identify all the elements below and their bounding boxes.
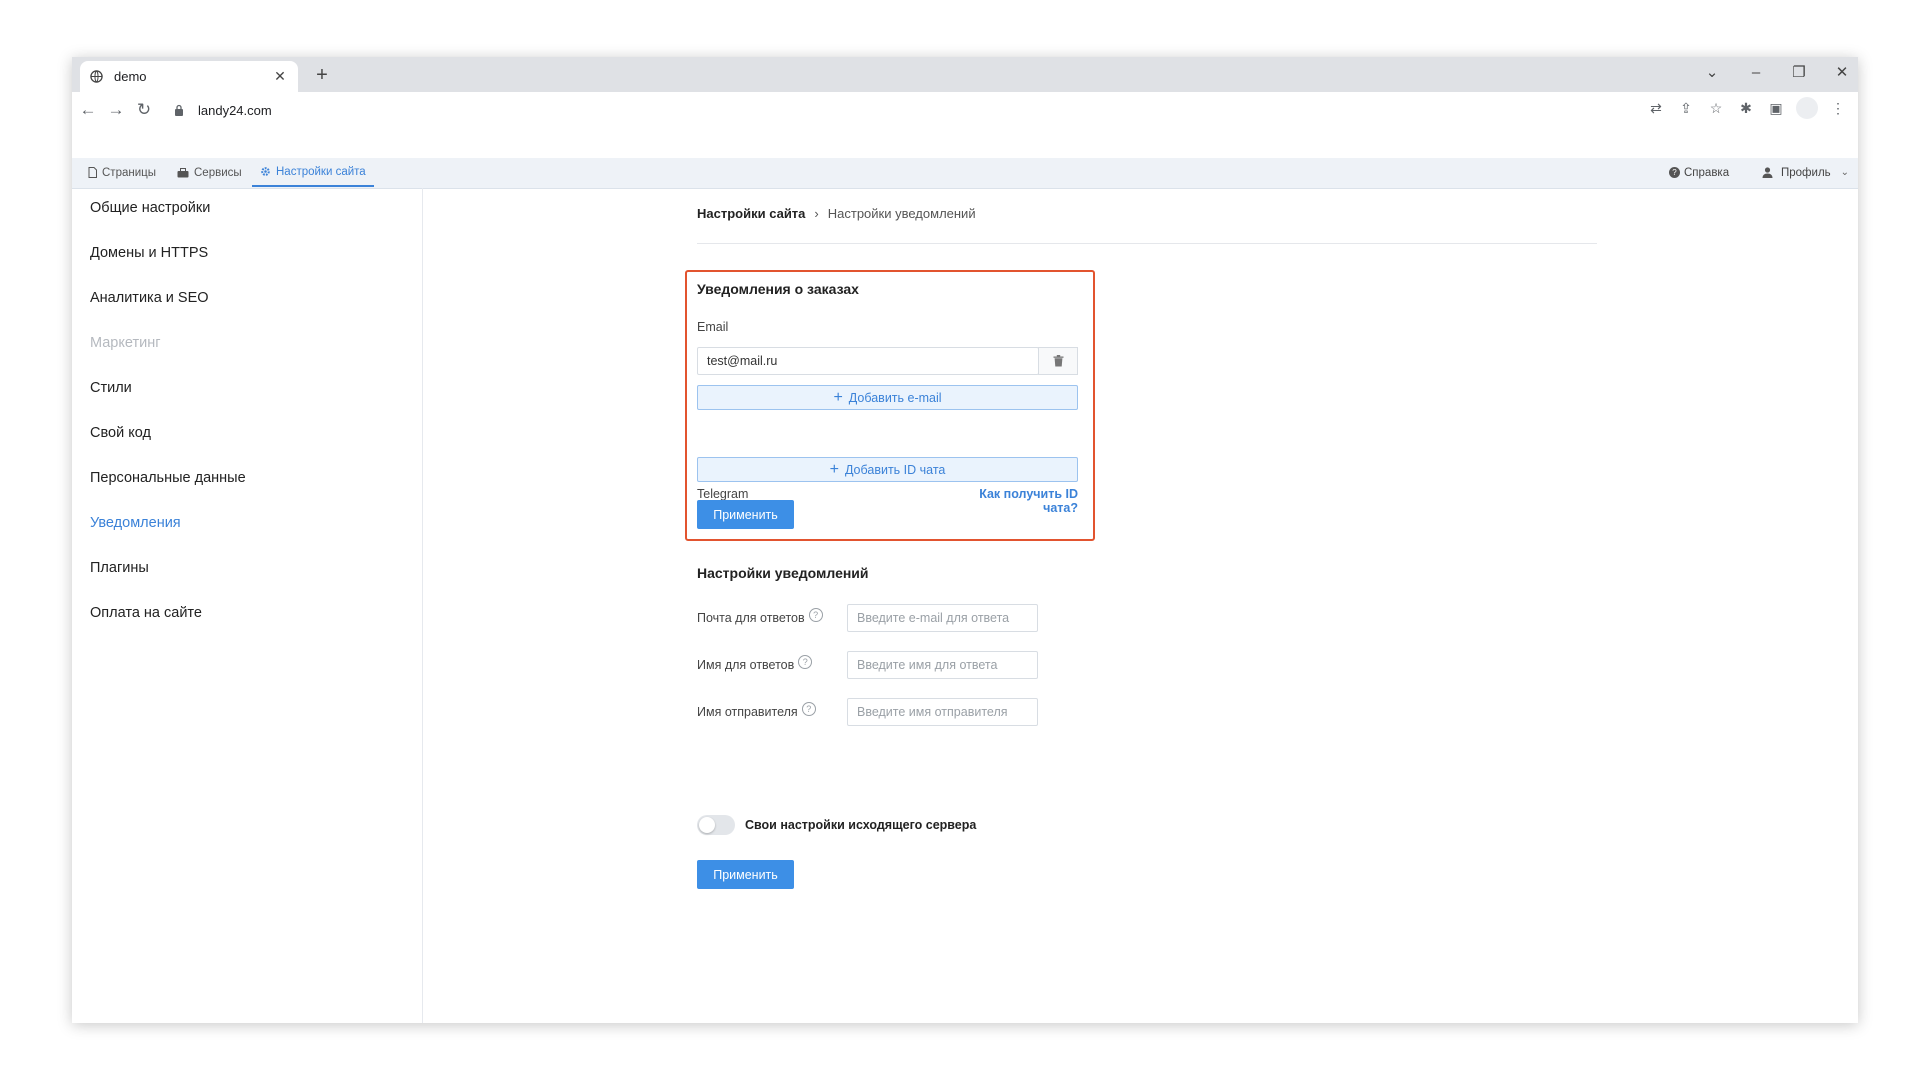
sidebar-item-payment[interactable]: Оплата на сайте bbox=[90, 605, 202, 621]
breadcrumb-parent[interactable]: Настройки сайта bbox=[697, 206, 805, 221]
question-icon[interactable]: ? bbox=[808, 608, 823, 622]
profile-label: Профиль bbox=[1781, 166, 1831, 179]
translate-icon[interactable]: ⇄ bbox=[1646, 97, 1666, 119]
profile-avatar[interactable] bbox=[1796, 97, 1818, 119]
user-icon bbox=[1762, 167, 1773, 178]
divider bbox=[697, 243, 1597, 244]
help-icon: ? bbox=[1669, 167, 1680, 178]
help-link[interactable]: ? Справка bbox=[1669, 158, 1729, 187]
browser-tab-strip: demo ✕ + ⌄ – ❐ ✕ bbox=[72, 57, 1858, 92]
sender-name-label-text: Имя отправителя bbox=[697, 705, 798, 719]
browser-tab[interactable]: demo ✕ bbox=[80, 61, 298, 92]
trash-icon bbox=[1053, 355, 1064, 367]
sidebar-item-custom-code[interactable]: Свой код bbox=[90, 425, 151, 441]
smtp-toggle[interactable] bbox=[697, 815, 735, 835]
reply-email-label-text: Почта для ответов bbox=[697, 611, 805, 625]
page-icon bbox=[88, 167, 97, 178]
breadcrumb-current: Настройки уведомлений bbox=[827, 206, 976, 221]
chevron-down-icon: ⌄ bbox=[1840, 167, 1850, 178]
add-email-label: Добавить e-mail bbox=[848, 390, 942, 405]
email-label: Email bbox=[697, 320, 729, 334]
reload-button[interactable]: ↻ bbox=[130, 96, 158, 124]
services-icon bbox=[177, 167, 189, 178]
sender-name-label: Имя отправителя? bbox=[697, 702, 816, 720]
sidebar-item-marketing: Маркетинг bbox=[90, 335, 161, 351]
back-button[interactable]: ← bbox=[74, 96, 102, 124]
sidebar-item-plugins[interactable]: Плагины bbox=[90, 560, 149, 576]
help-label: Справка bbox=[1684, 166, 1730, 179]
toolbar-actions: ⇄ ⇪ ☆ ✱ ▣ ⋮ bbox=[1646, 97, 1848, 119]
tab-pages-label: Страницы bbox=[102, 166, 156, 179]
plus-icon: + bbox=[833, 388, 843, 406]
reply-email-field[interactable] bbox=[847, 604, 1038, 632]
notify-settings-title: Настройки уведомлений bbox=[697, 565, 869, 581]
delete-email-button[interactable] bbox=[1038, 347, 1078, 375]
tab-search-icon[interactable]: ⌄ bbox=[1702, 63, 1722, 83]
extensions-icon[interactable]: ✱ bbox=[1736, 97, 1756, 119]
question-icon[interactable]: ? bbox=[801, 702, 816, 716]
url-text: landy24.com bbox=[198, 102, 272, 118]
add-chat-id-button[interactable]: + Добавить ID чата bbox=[697, 457, 1078, 482]
tab-services-label: Сервисы bbox=[194, 166, 242, 179]
telegram-label: Telegram bbox=[697, 487, 749, 501]
sidebar-item-styles[interactable]: Стили bbox=[90, 380, 132, 396]
tab-site-settings-label: Настройки сайта bbox=[276, 165, 366, 178]
restore-button[interactable]: ❐ bbox=[1789, 63, 1809, 83]
orders-section-title: Уведомления о заказах bbox=[697, 281, 859, 297]
sidebar-item-analytics[interactable]: Аналитика и SEO bbox=[90, 290, 209, 306]
apply-orders-button[interactable]: Применить bbox=[697, 500, 794, 529]
reply-email-label: Почта для ответов? bbox=[697, 608, 823, 626]
share-icon[interactable]: ⇪ bbox=[1676, 97, 1696, 119]
toggle-knob bbox=[699, 817, 715, 833]
app-header: Страницы Сервисы Настройки сайта ? Справ… bbox=[72, 158, 1858, 189]
new-tab-button[interactable]: + bbox=[310, 63, 334, 87]
sidebar-item-general[interactable]: Общие настройки bbox=[90, 200, 210, 216]
star-icon[interactable]: ☆ bbox=[1706, 97, 1726, 119]
close-tab-icon[interactable]: ✕ bbox=[272, 68, 288, 85]
chat-id-help-link[interactable]: Как получить ID чата? bbox=[942, 487, 1078, 515]
sidebar-item-notifications[interactable]: Уведомления bbox=[90, 515, 181, 531]
sidebar-item-domains[interactable]: Домены и HTTPS bbox=[90, 245, 208, 261]
tab-site-settings[interactable]: Настройки сайта bbox=[252, 158, 374, 187]
browser-window: demo ✕ + ⌄ – ❐ ✕ ← → ↻ landy24.com ⇄ ⇪ ☆… bbox=[72, 57, 1858, 1023]
reply-name-field[interactable] bbox=[847, 651, 1038, 679]
globe-icon bbox=[90, 70, 104, 84]
question-icon[interactable]: ? bbox=[798, 655, 813, 669]
settings-sidebar: Общие настройки Домены и HTTPS Аналитика… bbox=[72, 188, 423, 1023]
forward-button[interactable]: → bbox=[102, 96, 130, 124]
plus-icon: + bbox=[829, 460, 839, 478]
breadcrumb-separator-icon: › bbox=[814, 206, 819, 221]
email-field[interactable] bbox=[697, 347, 1039, 375]
lock-icon bbox=[174, 104, 188, 116]
address-bar[interactable]: landy24.com bbox=[174, 97, 1624, 123]
add-chat-id-label: Добавить ID чата bbox=[844, 462, 946, 477]
browser-toolbar: ← → ↻ landy24.com ⇄ ⇪ ☆ ✱ ▣ ⋮ bbox=[72, 92, 1858, 128]
breadcrumb: Настройки сайта › Настройки уведомлений bbox=[697, 206, 976, 221]
menu-icon[interactable]: ⋮ bbox=[1828, 97, 1848, 119]
browser-tab-title: demo bbox=[114, 69, 147, 84]
reply-name-label: Имя для ответов? bbox=[697, 655, 813, 673]
sidebar-item-personal-data[interactable]: Персональные данные bbox=[90, 470, 246, 486]
tab-pages[interactable]: Страницы bbox=[88, 158, 156, 187]
gear-icon bbox=[260, 166, 271, 177]
profile-menu[interactable]: Профиль ⌄ bbox=[1762, 158, 1849, 187]
side-panel-icon[interactable]: ▣ bbox=[1766, 97, 1786, 119]
apply-settings-button[interactable]: Применить bbox=[697, 860, 794, 889]
minimize-button[interactable]: – bbox=[1746, 63, 1766, 83]
add-email-button[interactable]: + Добавить e-mail bbox=[697, 385, 1078, 410]
sender-name-field[interactable] bbox=[847, 698, 1038, 726]
close-window-button[interactable]: ✕ bbox=[1832, 63, 1852, 83]
reply-name-label-text: Имя для ответов bbox=[697, 658, 795, 672]
tab-services[interactable]: Сервисы bbox=[177, 158, 242, 187]
smtp-toggle-label: Свои настройки исходящего сервера bbox=[745, 818, 977, 832]
